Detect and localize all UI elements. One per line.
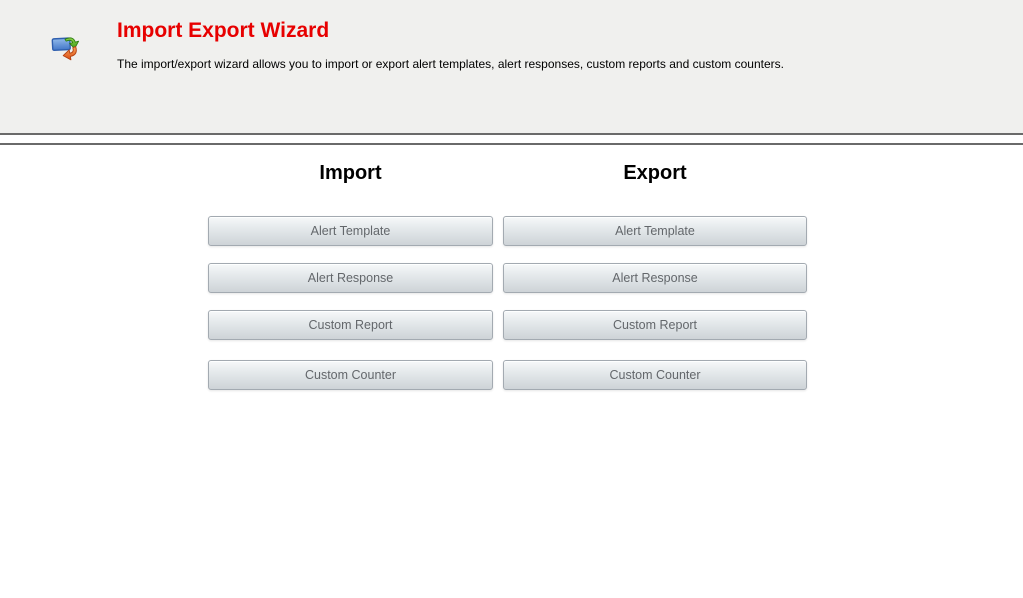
export-alert-template-button[interactable]: Alert Template [503,216,807,246]
header-divider [0,143,1023,145]
wizard-header: Import Export Wizard The import/export w… [0,0,1023,135]
import-alert-response-button[interactable]: Alert Response [208,263,493,293]
import-custom-report-button[interactable]: Custom Report [208,310,493,340]
export-custom-report-button[interactable]: Custom Report [503,310,807,340]
import-export-icon [51,33,83,63]
page-title: Import Export Wizard [117,19,330,42]
export-section-heading: Export [623,162,687,184]
export-custom-counter-button[interactable]: Custom Counter [503,360,807,390]
import-custom-counter-button[interactable]: Custom Counter [208,360,493,390]
export-alert-response-button[interactable]: Alert Response [503,263,807,293]
import-section-heading: Import [319,162,382,184]
page-description: The import/export wizard allows you to i… [117,57,784,71]
import-alert-template-button[interactable]: Alert Template [208,216,493,246]
import-export-wizard-page: { "header": { "title": "Import Export Wi… [0,0,1023,598]
